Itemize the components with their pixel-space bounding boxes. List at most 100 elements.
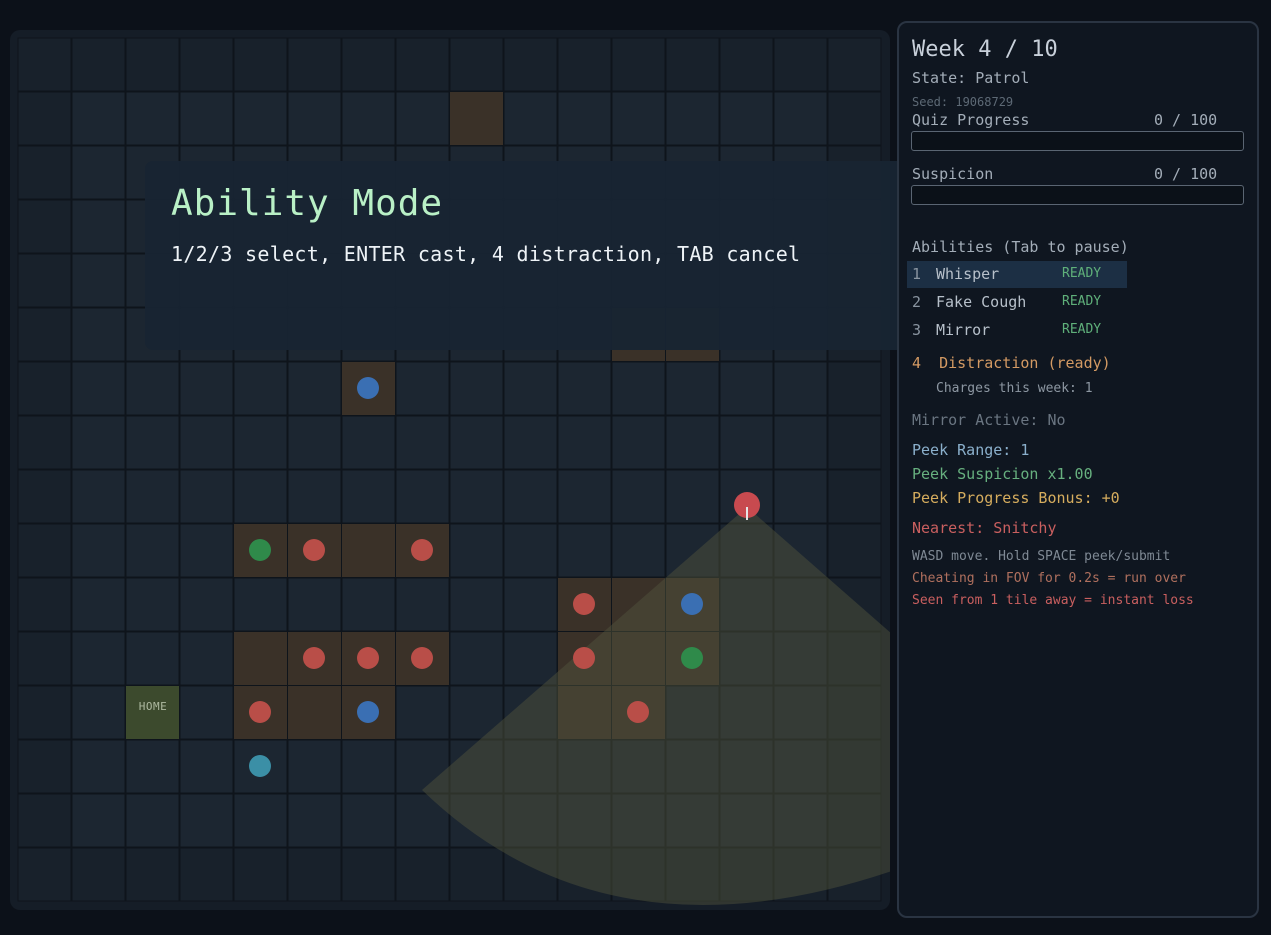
student-token xyxy=(573,593,595,615)
floor-tile xyxy=(125,577,180,632)
floor-tile xyxy=(341,91,396,146)
floor-tile xyxy=(179,739,234,794)
floor-tile xyxy=(827,361,882,416)
ability-mirror[interactable]: 3 Mirror READY xyxy=(907,317,1127,344)
ability-name: Mirror xyxy=(936,321,991,339)
floor-tile xyxy=(179,415,234,470)
overlay-hint: 1/2/3 select, ENTER cast, 4 distraction,… xyxy=(171,242,801,266)
floor-tile xyxy=(503,577,558,632)
floor-tile xyxy=(395,685,450,740)
floor-tile xyxy=(71,199,126,254)
floor-tile xyxy=(287,415,342,470)
floor-tile xyxy=(611,361,666,416)
floor-tile xyxy=(449,469,504,524)
desk-tile xyxy=(288,686,341,739)
week-counter: Week 4 / 10 xyxy=(912,37,1058,62)
help-fov-warning: Cheating in FOV for 0.2s = run over xyxy=(912,571,1186,586)
desk-tile xyxy=(342,524,395,577)
floor-tile xyxy=(341,739,396,794)
floor-tile xyxy=(71,847,126,902)
floor-tile xyxy=(125,91,180,146)
floor-tile xyxy=(827,523,882,578)
floor-tile xyxy=(179,37,234,92)
floor-tile xyxy=(287,37,342,92)
student-token xyxy=(627,701,649,723)
floor-tile xyxy=(71,145,126,200)
floor-tile xyxy=(17,523,72,578)
floor-tile xyxy=(341,415,396,470)
floor-tile xyxy=(233,361,288,416)
ability-status: READY xyxy=(1062,266,1102,281)
floor-tile xyxy=(395,37,450,92)
student-token xyxy=(357,377,379,399)
floor-tile xyxy=(287,91,342,146)
ability-fake-cough[interactable]: 2 Fake Cough READY xyxy=(907,289,1127,316)
quiz-progress-label: Quiz Progress xyxy=(912,111,1030,129)
floor-tile xyxy=(233,577,288,632)
suspicion-bar xyxy=(911,185,1244,205)
floor-tile xyxy=(503,631,558,686)
ability-name: Whisper xyxy=(936,265,1000,283)
floor-tile xyxy=(179,631,234,686)
floor-tile xyxy=(773,469,828,524)
floor-tile xyxy=(557,469,612,524)
floor-tile xyxy=(395,361,450,416)
desk-tile xyxy=(450,92,503,145)
floor-tile xyxy=(179,793,234,848)
floor-tile xyxy=(665,91,720,146)
distraction-ability[interactable]: 4 Distraction (ready) xyxy=(912,354,1111,372)
state-text: State: Patrol xyxy=(912,69,1030,87)
floor-tile xyxy=(17,37,72,92)
home-tile-label: HOME xyxy=(138,700,168,713)
floor-tile xyxy=(17,847,72,902)
floor-tile xyxy=(503,415,558,470)
student-token xyxy=(573,647,595,669)
floor-tile xyxy=(503,361,558,416)
floor-tile xyxy=(665,469,720,524)
floor-tile xyxy=(611,91,666,146)
floor-tile xyxy=(449,631,504,686)
floor-tile xyxy=(233,469,288,524)
mirror-active-status: Mirror Active: No xyxy=(912,411,1066,429)
floor-tile xyxy=(179,361,234,416)
floor-tile xyxy=(233,37,288,92)
floor-tile xyxy=(395,469,450,524)
floor-tile xyxy=(17,469,72,524)
floor-tile xyxy=(503,523,558,578)
ability-mode-overlay: Ability Mode 1/2/3 select, ENTER cast, 4… xyxy=(145,161,905,350)
floor-tile xyxy=(233,793,288,848)
suspicion-value: 0 / 100 xyxy=(1154,165,1218,183)
floor-tile xyxy=(179,523,234,578)
floor-tile xyxy=(179,847,234,902)
floor-tile xyxy=(611,37,666,92)
floor-tile xyxy=(341,577,396,632)
floor-tile xyxy=(827,469,882,524)
floor-tile xyxy=(503,91,558,146)
ability-name: Fake Cough xyxy=(936,293,1027,311)
help-loss-warning: Seen from 1 tile away = instant loss xyxy=(912,593,1194,608)
floor-tile xyxy=(233,847,288,902)
floor-tile xyxy=(341,469,396,524)
floor-tile xyxy=(17,631,72,686)
student-token xyxy=(357,647,379,669)
floor-tile xyxy=(449,37,504,92)
floor-tile xyxy=(71,91,126,146)
ability-whisper[interactable]: 1 Whisper READY xyxy=(907,261,1127,288)
floor-tile xyxy=(125,739,180,794)
floor-tile xyxy=(287,739,342,794)
floor-tile xyxy=(17,415,72,470)
overlay-title: Ability Mode xyxy=(171,183,444,224)
floor-tile xyxy=(827,91,882,146)
floor-tile xyxy=(773,415,828,470)
floor-tile xyxy=(17,361,72,416)
floor-tile xyxy=(773,91,828,146)
floor-tile xyxy=(341,793,396,848)
help-move: WASD move. Hold SPACE peek/submit xyxy=(912,549,1171,564)
abilities-header: Abilities (Tab to pause) xyxy=(912,238,1129,256)
floor-tile xyxy=(611,523,666,578)
floor-tile xyxy=(17,739,72,794)
floor-tile xyxy=(449,577,504,632)
student-token xyxy=(303,539,325,561)
ability-status: READY xyxy=(1062,294,1102,309)
floor-tile xyxy=(773,361,828,416)
